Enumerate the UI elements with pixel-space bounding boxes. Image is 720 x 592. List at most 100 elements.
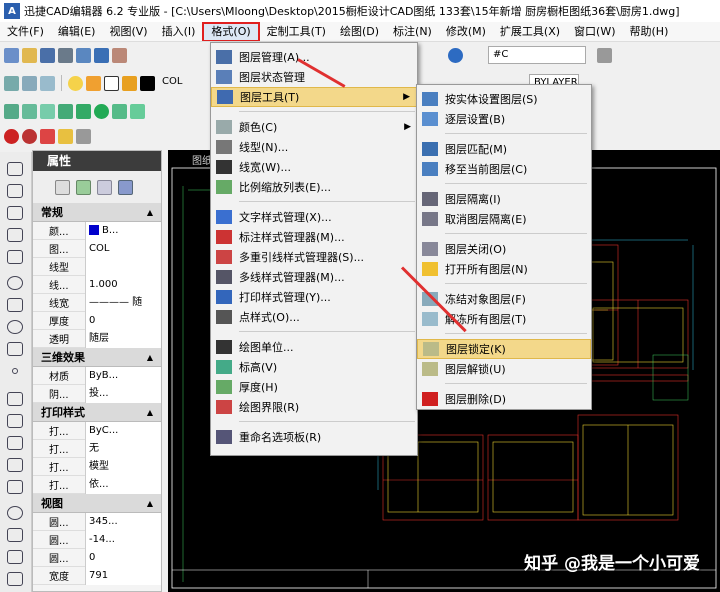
select-icon[interactable] [55,179,70,195]
property-row[interactable]: 打... 依... [33,475,161,494]
menu-dim-style[interactable]: 标注样式管理器(M)... [211,227,417,247]
property-row[interactable]: 材质 ByB... [33,366,161,385]
menu-limits[interactable]: 绘图界限(R) [211,397,417,417]
menu-linetype[interactable]: 线型(N)... [211,137,417,157]
menu-layer-delete[interactable]: 图层删除(D) [417,389,591,409]
menu-layer-by-layer[interactable]: 逐层设置(B) [417,109,591,129]
property-row[interactable]: 线... 1.000 [33,275,161,294]
property-row[interactable]: 图... COL [33,239,161,258]
property-row[interactable]: 打... 模型 [33,457,161,476]
menu-layer-manager[interactable]: 图层管理(A)... [211,47,417,67]
region-icon[interactable] [7,458,23,472]
menu-draw[interactable]: 绘图(D) [333,22,386,41]
menu-dimension[interactable]: 标注(N) [386,22,439,41]
menu-scale-list[interactable]: 比例缩放列表(E)... [211,177,417,197]
menu-lineweight[interactable]: 线宽(W)... [211,157,417,177]
menu-text-style[interactable]: 文字样式管理(X)... [211,207,417,227]
lock2-icon[interactable] [122,75,137,91]
property-value[interactable]: B... [85,221,161,240]
menu-thickness[interactable]: 厚度(H) [211,377,417,397]
menu-custom-tools[interactable]: 定制工具(T) [260,22,333,41]
scene-icon[interactable] [76,128,91,144]
collapse-icon[interactable]: ▲ [147,203,153,221]
polygon-icon[interactable] [7,414,23,428]
menu-layer-unisolate[interactable]: 取消图层隔离(E) [417,209,591,229]
property-row[interactable]: 厚度 0 [33,311,161,330]
pick-add-icon[interactable] [97,179,112,195]
collapse-icon[interactable]: ▲ [147,403,153,421]
arc-icon[interactable] [7,298,23,312]
property-value[interactable]: COL [85,239,161,258]
property-row[interactable]: 打... ByC... [33,421,161,440]
save-icon[interactable] [40,47,55,63]
publish-icon[interactable] [94,47,109,63]
properties-section[interactable]: 视图 ▲ [33,494,161,513]
collapse-icon[interactable]: ▲ [147,348,153,366]
render-icon[interactable] [4,128,19,144]
color-combo[interactable]: COL [158,74,196,92]
property-value[interactable]: ———— 随 [85,293,161,312]
properties-section[interactable]: 三维效果 ▲ [33,348,161,367]
layer-icon[interactable] [4,75,19,91]
property-row[interactable]: 圆... 0 [33,548,161,567]
layer-prev-icon[interactable] [40,75,55,91]
menu-layer-lock[interactable]: 图层锁定(K) [417,339,591,359]
menu-rename-palette[interactable]: 重命名选项板(R) [211,427,417,447]
property-row[interactable]: 线型 [33,257,161,276]
menu-layer-tools[interactable]: 图层工具(T) ▶ [211,87,417,107]
help-icon[interactable] [448,47,463,63]
property-value[interactable]: ByB... [85,366,161,385]
menu-set-by-object[interactable]: 按实体设置图层(S) [417,89,591,109]
property-value[interactable]: -14... [85,530,161,549]
torus-icon[interactable] [112,103,127,119]
menu-mline-style[interactable]: 多线样式管理器(M)... [211,267,417,287]
menu-format[interactable]: 格式(O) [202,22,260,41]
quick-select-icon[interactable] [76,179,91,195]
properties-section[interactable]: 打印样式 ▲ [33,403,161,422]
property-row[interactable]: 圆... 345... [33,512,161,531]
render2-icon[interactable] [22,128,37,144]
menu-layers-on[interactable]: 打开所有图层(N) [417,259,591,279]
lock-icon[interactable] [104,75,119,91]
property-row[interactable]: 阴... 投... [33,384,161,403]
property-value[interactable]: 0 [85,548,161,567]
ellipse-arc-icon[interactable] [7,342,23,356]
menu-point-style[interactable]: 点样式(O)... [211,307,417,327]
filter-icon[interactable] [118,179,133,195]
menu-layers-thaw[interactable]: 解冻所有图层(T) [417,309,591,329]
donut-icon[interactable] [7,506,23,520]
material-icon[interactable] [40,128,55,144]
property-value[interactable]: 投... [85,384,161,403]
menu-window[interactable]: 窗口(W) [567,22,622,41]
menu-view[interactable]: 视图(V) [102,22,154,41]
bulb-icon[interactable] [68,75,83,91]
line-icon[interactable] [7,162,23,176]
property-value[interactable]: 791 [85,566,161,585]
property-row[interactable]: 圆... -14... [33,530,161,549]
menu-layer-off[interactable]: 图层关闭(O) [417,239,591,259]
menu-layer-unlock[interactable]: 图层解锁(U) [417,359,591,379]
property-row[interactable]: 打... 无 [33,439,161,458]
ellipse-icon[interactable] [7,320,23,334]
revcloud-icon[interactable] [7,550,23,564]
spline-icon[interactable] [7,228,23,242]
open-icon[interactable] [22,47,37,63]
sun-icon[interactable] [86,75,101,91]
property-value[interactable]: 345... [85,512,161,531]
property-value[interactable]: 随层 [85,329,161,348]
search-combo[interactable]: #C [488,46,586,64]
table-icon[interactable] [7,572,23,586]
properties-section[interactable]: 常规 ▲ [33,203,161,222]
wedge-icon[interactable] [22,103,37,119]
menu-edit[interactable]: 编辑(E) [51,22,103,41]
collapse-icon[interactable]: ▲ [147,494,153,512]
menu-file[interactable]: 文件(F) [0,22,51,41]
layer-state-icon[interactable] [22,75,37,91]
cylinder-icon[interactable] [76,103,91,119]
boundary-icon[interactable] [7,480,23,494]
property-row[interactable]: 宽度 791 [33,566,161,585]
box-icon[interactable] [4,103,19,119]
new-icon[interactable] [4,47,19,63]
freehand-icon[interactable] [7,250,23,264]
pyramid-icon[interactable] [130,103,145,119]
